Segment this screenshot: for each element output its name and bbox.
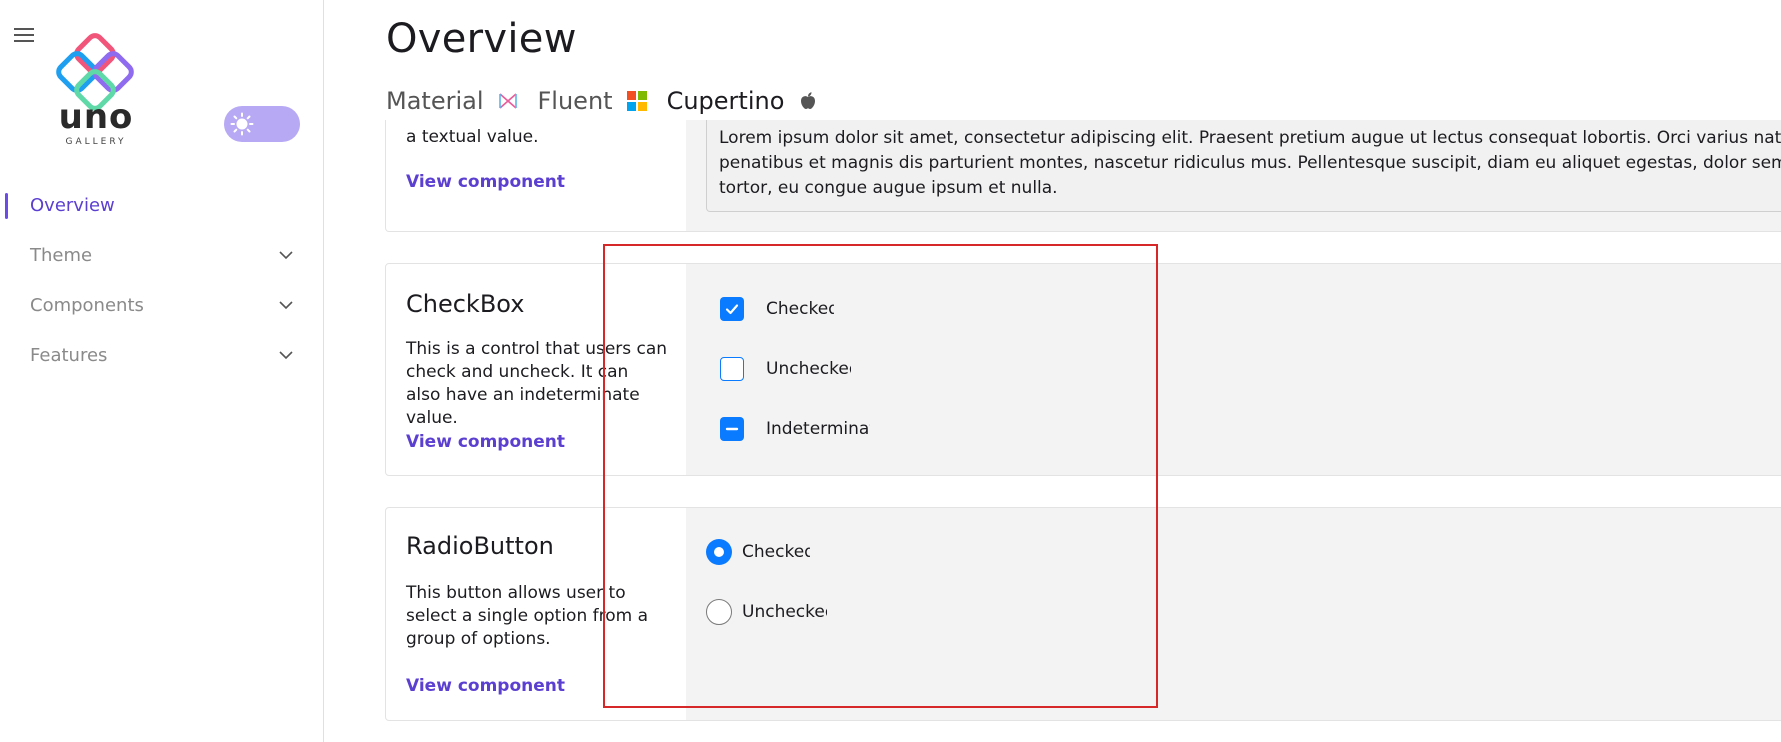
sidebar-item-label: Overview	[30, 194, 115, 216]
sidebar-item-components[interactable]: Components	[0, 280, 324, 330]
checkbox-box	[720, 357, 744, 381]
sidebar-item-features[interactable]: Features	[0, 330, 324, 380]
card-info: CheckBox This is a control that users ca…	[386, 264, 686, 475]
checkbox-unchecked[interactable]: Unchecked	[720, 356, 851, 382]
textbox-line: penatibus et magnis dis parturient monte…	[719, 153, 1781, 173]
card-description: a textual value.	[406, 127, 539, 147]
hamburger-menu-icon[interactable]	[14, 28, 34, 44]
tab-cupertino[interactable]: Cupertino	[666, 81, 819, 123]
radio-label: Checked	[742, 542, 810, 562]
sidebar: uno GALLERY Overview Theme Components Fe…	[0, 0, 324, 742]
radio-circle	[706, 599, 732, 625]
view-component-link[interactable]: View component	[406, 676, 565, 696]
card-title: CheckBox	[406, 290, 525, 318]
view-component-link[interactable]: View component	[406, 172, 565, 192]
minus-icon	[725, 427, 739, 431]
radiobutton-card: RadioButton This button allows user to s…	[385, 507, 1781, 721]
design-system-tabs: Material Fluent Cupertino	[386, 80, 838, 123]
card-title: RadioButton	[406, 532, 554, 560]
theme-toggle[interactable]	[224, 106, 300, 142]
apple-icon	[801, 92, 816, 109]
checkbox-card: CheckBox This is a control that users ca…	[385, 263, 1781, 476]
radio-label: Unchecked	[742, 602, 827, 622]
tab-fluent[interactable]: Fluent	[538, 81, 647, 121]
textbox-line: Lorem ipsum dolor sit amet, consectetur …	[719, 128, 1781, 148]
material-icon	[498, 93, 517, 109]
card-info: RadioButton This button allows user to s…	[386, 508, 686, 720]
textbox-card: a textual value. View component Lorem ip…	[385, 120, 1781, 232]
sidebar-item-label: Theme	[30, 244, 93, 266]
checkbox-box	[720, 297, 744, 321]
tab-material[interactable]: Material	[386, 81, 518, 121]
sun-icon	[230, 112, 254, 136]
sidebar-item-overview[interactable]: Overview	[0, 180, 324, 230]
card-preview: Lorem ipsum dolor sit amet, consectetur …	[686, 120, 1781, 231]
sidebar-nav: Overview Theme Components Features	[0, 180, 324, 380]
sidebar-item-theme[interactable]: Theme	[0, 230, 324, 280]
card-description: This button allows user to select a sing…	[406, 583, 649, 649]
multiline-textbox[interactable]: Lorem ipsum dolor sit amet, consectetur …	[706, 120, 1781, 212]
textbox-line: tortor, eu congue augue ipsum et nulla.	[719, 178, 1058, 198]
main-content: Overview Material Fluent Cupertino a tex…	[325, 0, 1781, 742]
checkbox-indeterminate[interactable]: Indeterminate	[720, 416, 870, 442]
card-description: This is a control that users can check a…	[406, 339, 668, 428]
chevron-down-icon	[279, 251, 293, 260]
card-info: a textual value. View component	[386, 120, 686, 231]
card-preview: Checked Unchecked Indeterminate	[686, 264, 1781, 475]
checkbox-box	[720, 417, 744, 441]
checkbox-checked[interactable]: Checked	[720, 296, 834, 322]
radio-circle	[706, 539, 732, 565]
checkmark-icon	[725, 304, 739, 315]
logo-subtitle: GALLERY	[65, 137, 127, 147]
sidebar-item-label: Components	[30, 294, 144, 316]
sidebar-item-label: Features	[30, 344, 108, 366]
chevron-down-icon	[279, 351, 293, 360]
tab-label: Cupertino	[666, 87, 785, 115]
radio-unchecked[interactable]: Unchecked	[706, 598, 827, 626]
tab-label: Fluent	[537, 87, 613, 115]
checkbox-label: Checked	[766, 299, 834, 319]
page-title: Overview	[386, 16, 577, 62]
radio-checked[interactable]: Checked	[706, 538, 810, 566]
checkbox-label: Unchecked	[766, 359, 851, 379]
logo-wordmark: uno	[58, 97, 134, 137]
view-component-link[interactable]: View component	[406, 432, 565, 452]
checkbox-label: Indeterminate	[766, 419, 870, 439]
tab-label: Material	[386, 87, 484, 115]
microsoft-icon	[626, 91, 647, 111]
chevron-down-icon	[279, 301, 293, 310]
card-preview: Checked Unchecked	[686, 508, 1781, 720]
